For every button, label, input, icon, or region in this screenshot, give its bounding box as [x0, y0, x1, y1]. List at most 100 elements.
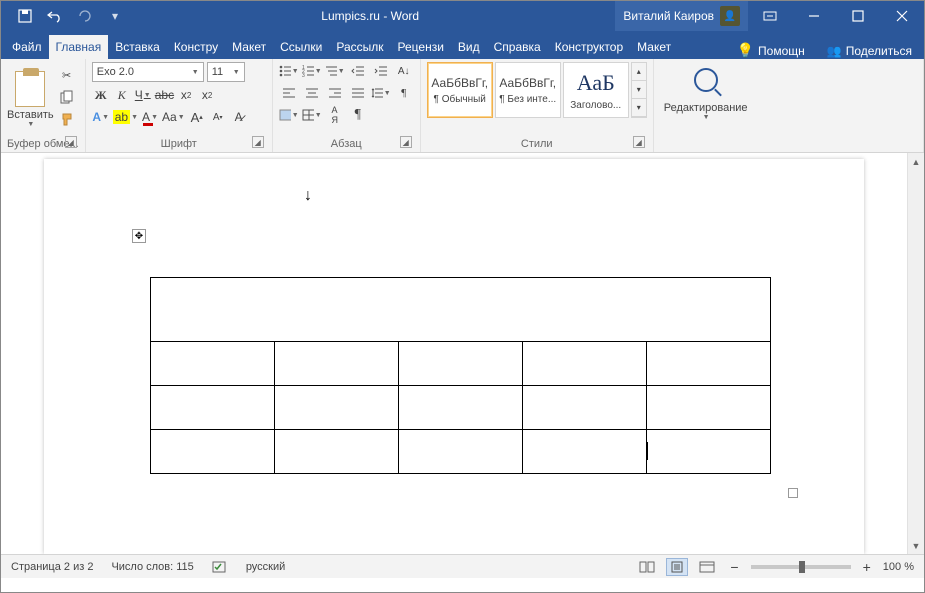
tab-review[interactable]: Рецензи	[391, 35, 451, 59]
tab-references[interactable]: Ссылки	[273, 35, 329, 59]
font-launcher[interactable]: ◢	[252, 136, 264, 148]
sort-az-button[interactable]: АЯ	[325, 106, 345, 124]
format-painter-button[interactable]	[58, 110, 76, 128]
italic-button[interactable]: К	[113, 86, 131, 104]
table-cell[interactable]	[275, 386, 399, 430]
user-account[interactable]: Виталий Каиров 👤	[615, 1, 748, 31]
tab-home[interactable]: Главная	[49, 35, 109, 59]
borders-button[interactable]: ▼	[302, 106, 322, 124]
styles-gallery-expand[interactable]: ▴▾▾	[631, 62, 647, 118]
font-family-combo[interactable]: Exo 2.0▼	[92, 62, 204, 82]
scroll-down-button[interactable]: ▼	[908, 537, 924, 554]
justify-button[interactable]	[348, 84, 368, 102]
tab-view[interactable]: Вид	[451, 35, 487, 59]
tab-layout[interactable]: Макет	[225, 35, 273, 59]
highlight-button[interactable]: ab▼	[113, 108, 138, 126]
show-marks-button[interactable]: ¶	[394, 84, 414, 102]
font-color-button[interactable]: A▼	[141, 108, 159, 126]
increase-indent-button[interactable]	[371, 62, 391, 80]
tab-file[interactable]: Файл	[5, 35, 49, 59]
subscript-button[interactable]: x2	[177, 86, 195, 104]
multilevel-button[interactable]: ▼	[325, 62, 345, 80]
redo-button[interactable]	[75, 6, 95, 26]
bold-button[interactable]: Ж	[92, 86, 110, 104]
tab-table-layout[interactable]: Макет	[630, 35, 678, 59]
word-count-status[interactable]: Число слов: 115	[111, 561, 193, 573]
table-cell[interactable]	[647, 386, 771, 430]
table-row[interactable]	[151, 342, 771, 386]
styles-launcher[interactable]: ◢	[633, 136, 645, 148]
page-number-status[interactable]: Страница 2 из 2	[11, 561, 93, 573]
spellcheck-icon[interactable]	[212, 560, 228, 574]
language-status[interactable]: русский	[246, 561, 285, 573]
tell-me-label[interactable]: Помощн	[758, 44, 805, 58]
read-mode-button[interactable]	[636, 558, 658, 576]
maximize-button[interactable]	[836, 1, 880, 31]
autosave-icon[interactable]	[15, 6, 35, 26]
pilcrow-button[interactable]: ¶	[348, 106, 368, 124]
align-right-button[interactable]	[325, 84, 345, 102]
table-row[interactable]	[151, 430, 771, 474]
zoom-level[interactable]: 100 %	[883, 561, 914, 573]
strikethrough-button[interactable]: abc	[155, 86, 174, 104]
cut-button[interactable]: ✂	[58, 66, 76, 84]
tell-me-icon[interactable]: 💡	[737, 42, 754, 59]
table-cell[interactable]	[523, 342, 647, 386]
minimize-button[interactable]	[792, 1, 836, 31]
table-cell[interactable]	[399, 430, 523, 474]
text-effects-button[interactable]: A▼	[92, 108, 110, 126]
table-row[interactable]	[151, 278, 771, 342]
shading-button[interactable]: ▼	[279, 106, 299, 124]
shrink-font-button[interactable]: A▾	[209, 108, 227, 126]
sort-button[interactable]: A↓	[394, 62, 414, 80]
style-heading1[interactable]: АаБ Заголово...	[563, 62, 629, 118]
tab-insert[interactable]: Вставка	[108, 35, 167, 59]
tab-design[interactable]: Констру	[167, 35, 225, 59]
paragraph-launcher[interactable]: ◢	[400, 136, 412, 148]
tab-table-design[interactable]: Конструктор	[548, 35, 630, 59]
table-cell[interactable]	[523, 386, 647, 430]
table-cell[interactable]	[275, 342, 399, 386]
decrease-indent-button[interactable]	[348, 62, 368, 80]
table-cell[interactable]	[151, 430, 275, 474]
table-cell[interactable]	[275, 430, 399, 474]
table-move-handle[interactable]: ✥	[132, 229, 146, 243]
grow-font-button[interactable]: A▴	[188, 108, 206, 126]
vertical-scrollbar[interactable]: ▲ ▼	[907, 153, 924, 554]
table-cell[interactable]	[647, 342, 771, 386]
print-layout-button[interactable]	[666, 558, 688, 576]
share-icon[interactable]: 👥	[827, 44, 842, 58]
zoom-slider[interactable]	[751, 565, 851, 569]
close-button[interactable]	[880, 1, 924, 31]
tab-mailings[interactable]: Рассылк	[329, 35, 390, 59]
document-table[interactable]	[150, 277, 771, 474]
align-center-button[interactable]	[302, 84, 322, 102]
underline-button[interactable]: Ч▼	[134, 86, 152, 104]
table-cell[interactable]	[151, 278, 771, 342]
tab-help[interactable]: Справка	[487, 35, 548, 59]
document-page[interactable]: ↓ ✥	[44, 159, 864, 554]
clipboard-launcher[interactable]: ◢	[65, 136, 77, 148]
paste-button[interactable]: Вставить ▼	[7, 62, 54, 136]
table-resize-handle[interactable]	[788, 488, 798, 498]
style-no-spacing[interactable]: АаБбВвГг, ¶ Без инте...	[495, 62, 561, 118]
clear-formatting-button[interactable]: A̷	[230, 108, 248, 126]
qat-customize-icon[interactable]: ▾	[105, 6, 125, 26]
editing-button[interactable]: Редактирование ▼	[660, 62, 752, 148]
zoom-in-button[interactable]: +	[859, 559, 875, 575]
font-size-combo[interactable]: 11▼	[207, 62, 245, 82]
table-row[interactable]	[151, 386, 771, 430]
change-case-button[interactable]: Aa▼	[162, 108, 185, 126]
table-cell[interactable]	[399, 342, 523, 386]
share-label[interactable]: Поделиться	[846, 44, 912, 58]
web-layout-button[interactable]	[696, 558, 718, 576]
align-left-button[interactable]	[279, 84, 299, 102]
bullets-button[interactable]: ▼	[279, 62, 299, 80]
table-cell[interactable]	[151, 342, 275, 386]
table-cell[interactable]	[151, 386, 275, 430]
table-cell[interactable]	[399, 386, 523, 430]
line-spacing-button[interactable]: ▼	[371, 84, 391, 102]
undo-button[interactable]	[45, 6, 65, 26]
table-cell[interactable]	[647, 430, 771, 474]
scroll-track[interactable]	[908, 170, 924, 537]
